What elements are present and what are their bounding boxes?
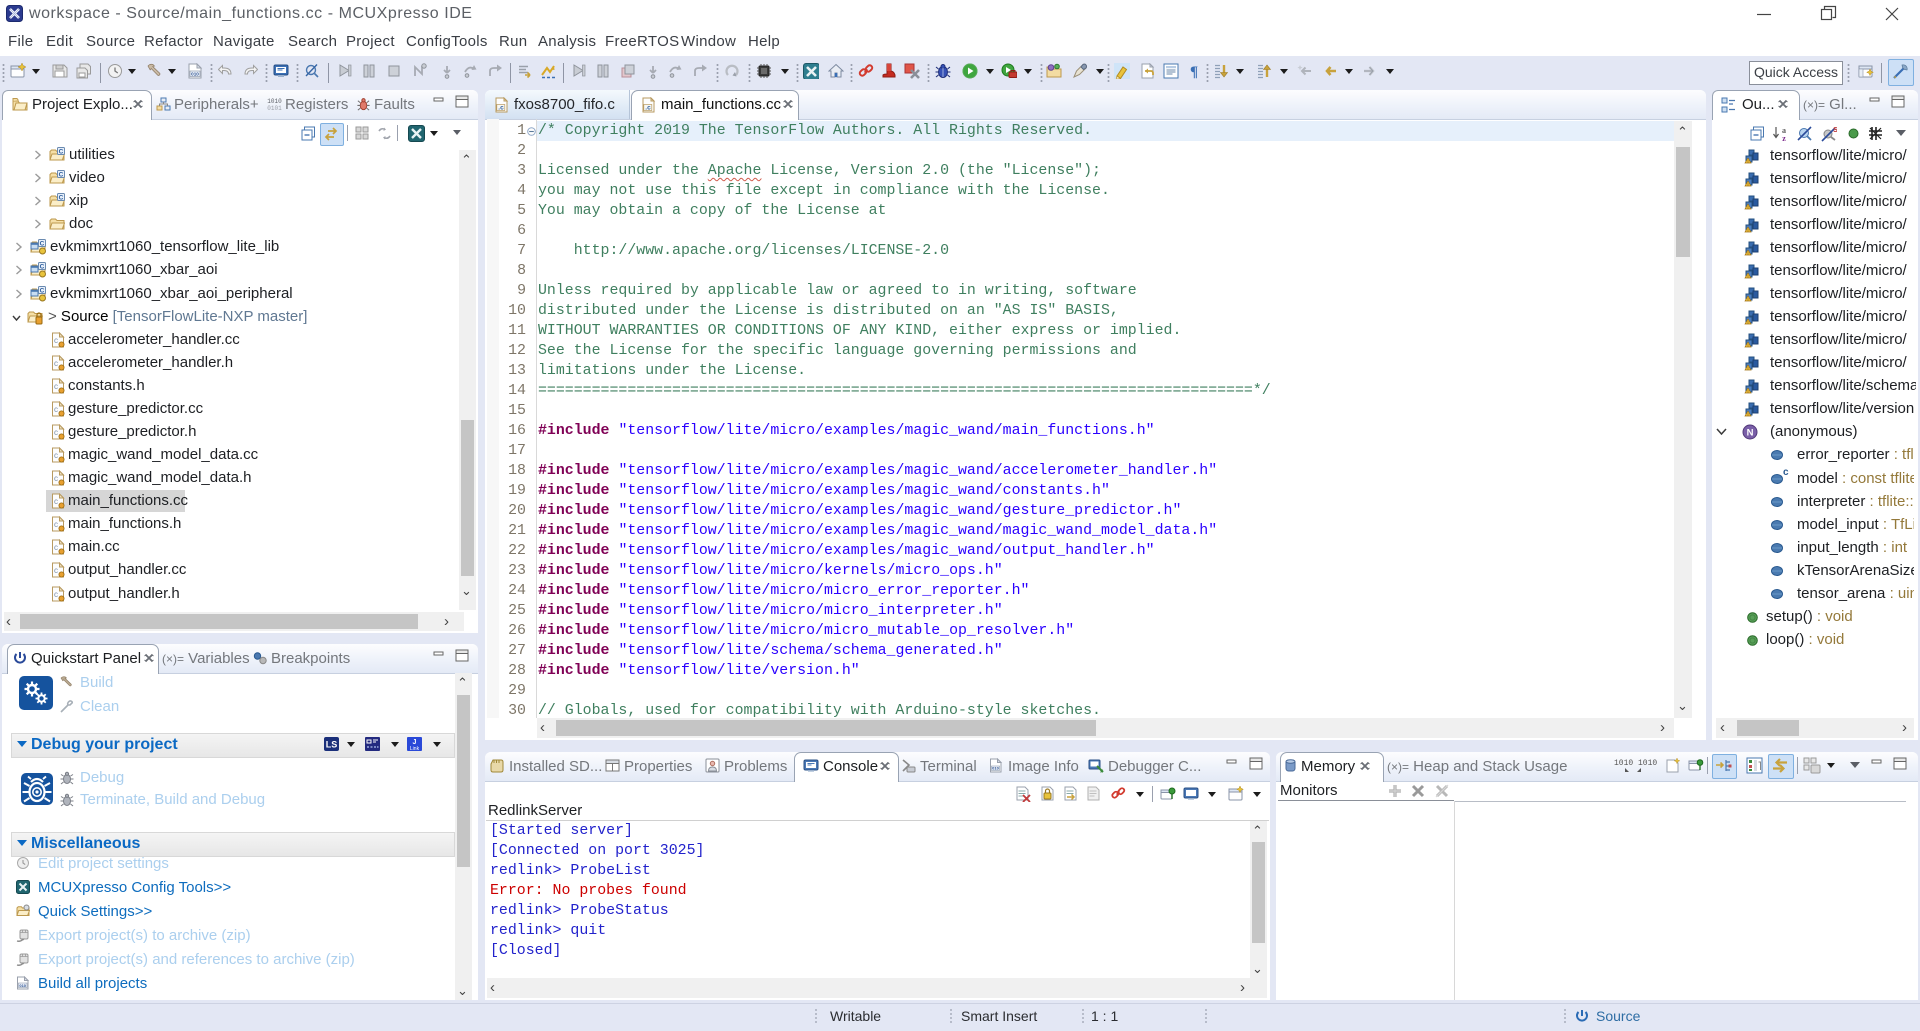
svg-text:c: c xyxy=(54,428,58,437)
svg-text:c: c xyxy=(54,566,58,575)
svg-text:!: ! xyxy=(1747,389,1748,394)
svg-text:1010: 1010 xyxy=(1614,759,1633,768)
svg-text:!: ! xyxy=(1747,159,1748,164)
svg-text:c: c xyxy=(54,336,58,345)
svg-text:!: ! xyxy=(1747,228,1748,233)
svg-text:1010: 1010 xyxy=(1638,759,1657,768)
svg-text:C: C xyxy=(40,287,45,294)
svg-text:!: ! xyxy=(1747,251,1748,256)
svg-text:C: C xyxy=(59,148,64,155)
svg-text:1010: 1010 xyxy=(267,98,282,105)
svg-text:.c: .c xyxy=(645,105,651,112)
svg-text:!: ! xyxy=(1747,412,1748,417)
svg-text:!: ! xyxy=(1747,343,1748,348)
svg-text:C: C xyxy=(59,194,64,201)
svg-text:!: ! xyxy=(1747,366,1748,371)
svg-text:LS: LS xyxy=(326,740,338,750)
svg-text:c: c xyxy=(54,520,58,529)
svg-text:Link: Link xyxy=(410,746,420,751)
svg-text:J: J xyxy=(413,739,417,746)
svg-text:C: C xyxy=(40,263,45,270)
svg-text:s: s xyxy=(1833,125,1837,134)
svg-text:C: C xyxy=(40,240,45,247)
svg-text:¶: ¶ xyxy=(1190,64,1198,79)
svg-text:010: 010 xyxy=(19,983,26,988)
svg-text:!: ! xyxy=(1747,297,1748,302)
svg-text:010: 010 xyxy=(191,72,199,77)
svg-text:c: c xyxy=(54,359,58,368)
svg-text:c: c xyxy=(54,543,58,552)
svg-text:010: 010 xyxy=(992,766,999,771)
svg-text:c: c xyxy=(54,497,58,506)
svg-text:z: z xyxy=(1782,134,1786,142)
svg-text:!: ! xyxy=(1747,182,1748,187)
svg-text:c: c xyxy=(54,451,58,460)
svg-text:.c: .c xyxy=(498,105,504,112)
svg-text:C: C xyxy=(59,171,64,178)
svg-text:c: c xyxy=(54,474,58,483)
svg-text:!: ! xyxy=(1747,205,1748,210)
svg-text:c: c xyxy=(54,590,58,599)
svg-text:N: N xyxy=(1747,428,1754,439)
svg-text:!: ! xyxy=(1747,274,1748,279)
svg-text:!: ! xyxy=(1747,320,1748,325)
svg-text:0101: 0101 xyxy=(267,105,282,112)
svg-text:c: c xyxy=(54,382,58,391)
svg-text:c: c xyxy=(54,405,58,414)
